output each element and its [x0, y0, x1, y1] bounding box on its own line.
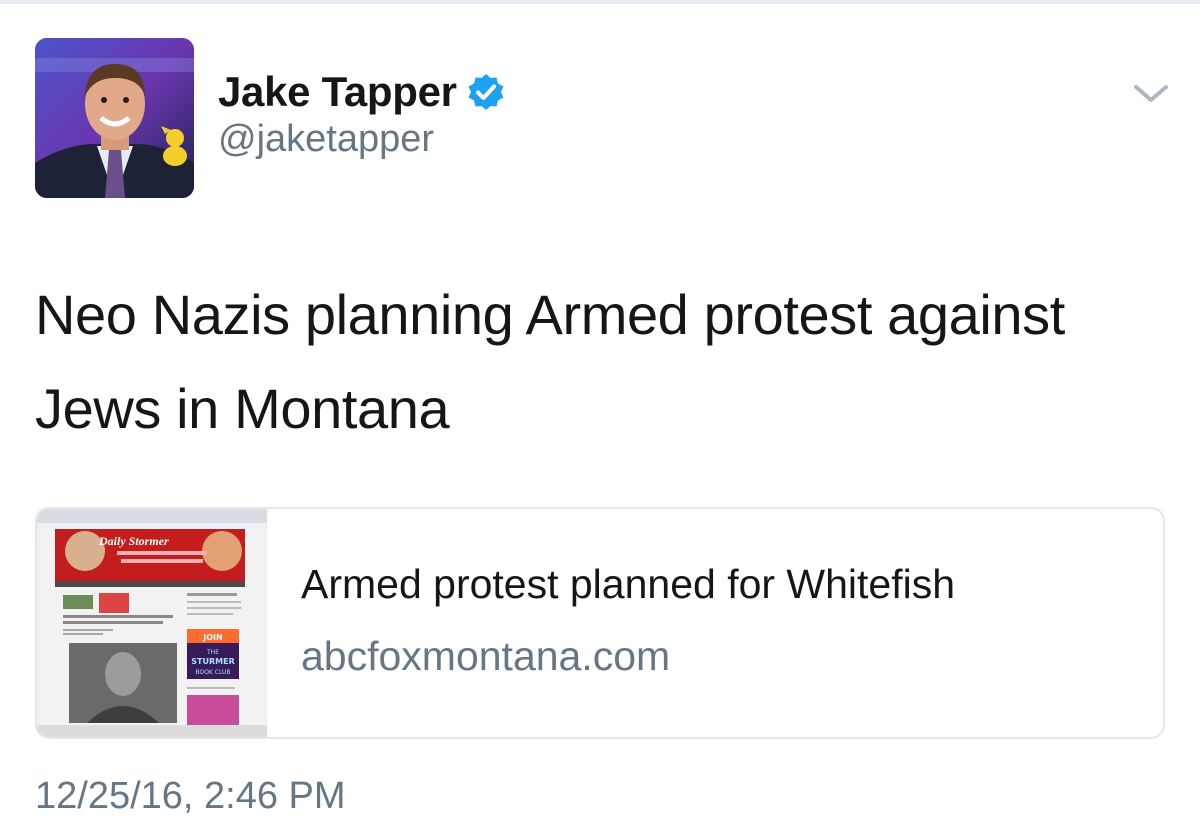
tweet-text: Neo Nazis planning Armed protest against…: [35, 283, 1065, 440]
thumb-the-text: THE: [206, 649, 219, 656]
link-card-domain[interactable]: abcfoxmontana.com: [301, 633, 670, 680]
author-display-name[interactable]: Jake Tapper: [218, 68, 457, 116]
author-handle[interactable]: @jaketapper: [218, 118, 434, 161]
top-divider: [0, 0, 1200, 4]
thumb-join-text: JOIN: [202, 633, 222, 642]
tweet-timestamp[interactable]: 12/25/16, 2:46 PM: [35, 775, 346, 818]
thumb-sturmer-text: STURMER: [191, 657, 234, 666]
avatar-photo-icon: [35, 38, 194, 198]
link-card[interactable]: Daily Stormer JOIN THE STURMER BOOK CLUB…: [35, 507, 1165, 739]
chevron-down-icon[interactable]: [1130, 78, 1172, 108]
link-card-title[interactable]: Armed protest planned for Whitefish: [301, 561, 955, 608]
thumb-book-club-text: BOOK CLUB: [195, 669, 230, 676]
verified-badge-icon: [468, 74, 504, 110]
author-name-row: Jake Tapper: [218, 64, 505, 120]
website-screenshot-thumbnail-icon: Daily Stormer JOIN THE STURMER BOOK CLUB: [37, 509, 267, 737]
thumb-site-name: Daily Stormer: [98, 534, 169, 548]
link-card-thumbnail: Daily Stormer JOIN THE STURMER BOOK CLUB: [37, 509, 267, 737]
avatar[interactable]: [35, 38, 194, 198]
